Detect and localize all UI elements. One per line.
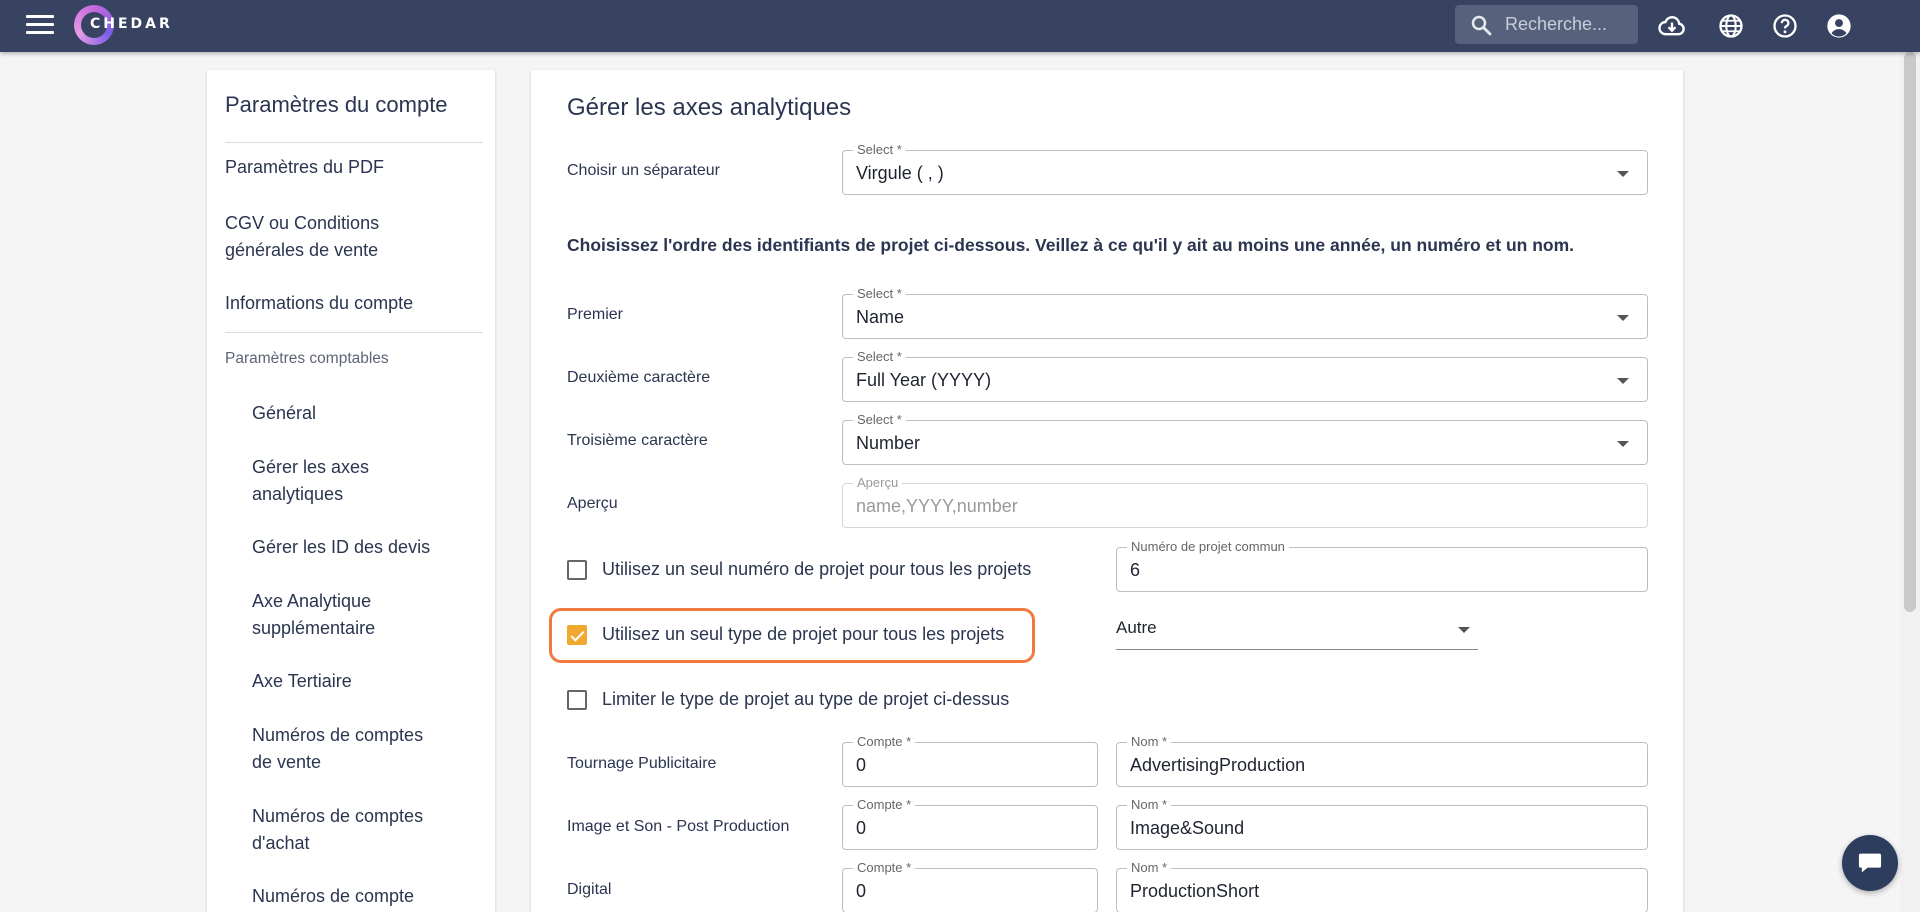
single-type-checkbox[interactable] bbox=[567, 624, 587, 645]
chevron-down-icon bbox=[1617, 315, 1629, 321]
compte-input[interactable]: Compte * 0 bbox=[842, 734, 1098, 787]
field-value: 0 bbox=[856, 818, 867, 838]
page-scrollbar[interactable] bbox=[1900, 52, 1920, 912]
cloud-download-icon[interactable] bbox=[1658, 12, 1686, 40]
preview-field: Aperçu name,YYYY,number bbox=[842, 475, 1648, 528]
field-label: Nom * bbox=[1127, 860, 1172, 876]
field-label: Compte * bbox=[853, 860, 916, 876]
field-label: Aperçu bbox=[853, 475, 903, 491]
sidebar-divider bbox=[225, 142, 483, 143]
sidebar-section-accounting: Paramètres comptables bbox=[225, 350, 389, 367]
field-label: Select * bbox=[853, 349, 906, 365]
chevron-down-icon bbox=[1458, 627, 1470, 633]
compte-input[interactable]: Compte * 0 bbox=[842, 797, 1098, 850]
sidebar-item-analytic-axes[interactable]: Gérer les axes analytiques bbox=[252, 454, 402, 508]
preview-value: name,YYYY,number bbox=[856, 496, 1018, 516]
sidebar-item-general[interactable]: Général bbox=[252, 400, 452, 427]
field-label: Compte * bbox=[853, 734, 916, 750]
nom-input[interactable]: Nom * AdvertisingProduction bbox=[1116, 734, 1648, 787]
top-app-bar: CHEDAR bbox=[0, 0, 1920, 52]
project-type-label: Image et Son - Post Production bbox=[567, 818, 790, 835]
chevron-down-icon bbox=[1617, 441, 1629, 447]
field-value: Autre bbox=[1116, 618, 1157, 637]
single-number-label: Utilisez un seul numéro de projet pour t… bbox=[602, 559, 1032, 579]
logo-text: CHEDAR bbox=[90, 16, 173, 32]
field-value: Full Year (YYYY) bbox=[856, 370, 992, 390]
single-type-label: Utilisez un seul type de projet pour tou… bbox=[602, 624, 1005, 644]
globe-icon[interactable] bbox=[1717, 12, 1745, 40]
single-type-option[interactable]: Utilisez un seul type de projet pour tou… bbox=[567, 624, 1004, 645]
chat-icon bbox=[1858, 853, 1882, 873]
sidebar-item-quote-ids[interactable]: Gérer les ID des devis bbox=[252, 534, 452, 561]
field-label: Nom * bbox=[1127, 797, 1172, 813]
first-label: Premier bbox=[567, 306, 624, 323]
sidebar-item-tertiary-axis[interactable]: Axe Tertiaire bbox=[252, 668, 452, 695]
field-label: Select * bbox=[853, 412, 906, 428]
chevron-down-icon bbox=[1617, 378, 1629, 384]
limit-type-option[interactable]: Limiter le type de projet au type de pro… bbox=[567, 689, 1009, 710]
preview-label: Aperçu bbox=[567, 495, 618, 512]
first-select[interactable]: Select * Name bbox=[842, 286, 1648, 339]
page-title: Gérer les axes analytiques bbox=[567, 94, 852, 121]
separator-label: Choisir un séparateur bbox=[567, 162, 720, 179]
sidebar-item-purchase-accounts[interactable]: Numéros de comptes d'achat bbox=[252, 803, 442, 857]
field-label: Compte * bbox=[853, 797, 916, 813]
field-label: Numéro de projet commun bbox=[1127, 539, 1289, 555]
field-value: 6 bbox=[1130, 560, 1141, 580]
search-icon bbox=[1471, 15, 1492, 35]
project-type-label: Tournage Publicitaire bbox=[567, 755, 717, 772]
project-type-label: Digital bbox=[567, 881, 612, 898]
limit-type-label: Limiter le type de projet au type de pro… bbox=[602, 689, 1010, 709]
second-select[interactable]: Select * Full Year (YYYY) bbox=[842, 349, 1648, 402]
field-value: Virgule ( , ) bbox=[856, 163, 944, 183]
chevron-down-icon bbox=[1617, 171, 1629, 177]
sidebar-item-pdf[interactable]: Paramètres du PDF bbox=[225, 154, 475, 181]
single-number-checkbox[interactable] bbox=[567, 559, 587, 580]
limit-type-checkbox[interactable] bbox=[567, 689, 587, 710]
field-value: Name bbox=[856, 307, 905, 327]
menu-icon[interactable] bbox=[26, 15, 54, 37]
sidebar-item-sales-accounts[interactable]: Numéros de comptes de vente bbox=[252, 722, 442, 776]
analytic-axes-panel: Gérer les axes analytiques Choisir un sé… bbox=[531, 70, 1683, 912]
order-instructions: Choisissez l'ordre des identifiants de p… bbox=[567, 235, 1575, 255]
nom-input[interactable]: Nom * Image&Sound bbox=[1116, 797, 1648, 850]
sidebar-item-cgv[interactable]: CGV ou Conditions générales de vente bbox=[225, 210, 415, 264]
help-icon[interactable] bbox=[1771, 12, 1799, 40]
sidebar-divider bbox=[225, 332, 483, 333]
field-value: AdvertisingProduction bbox=[1130, 755, 1306, 775]
field-value: 0 bbox=[856, 881, 867, 901]
field-label: Select * bbox=[853, 286, 906, 302]
search-input[interactable] bbox=[1505, 14, 1625, 35]
scrollbar-thumb[interactable] bbox=[1904, 52, 1916, 612]
sidebar-item-extra-axis[interactable]: Axe Analytique supplémentaire bbox=[252, 588, 412, 642]
field-label: Nom * bbox=[1127, 734, 1172, 750]
third-label: Troisième caractère bbox=[567, 432, 708, 449]
settings-sidebar: Paramètres du compte Paramètres du PDF C… bbox=[207, 70, 495, 912]
field-value: Image&Sound bbox=[1130, 818, 1245, 838]
search-box[interactable] bbox=[1455, 5, 1638, 44]
field-label: Select * bbox=[853, 142, 906, 158]
chedar-logo[interactable]: CHEDAR bbox=[74, 3, 194, 47]
account-circle-icon[interactable] bbox=[1825, 12, 1853, 40]
field-value: Number bbox=[856, 433, 921, 453]
second-label: Deuxième caractère bbox=[567, 369, 711, 386]
nom-input[interactable]: Nom * ProductionShort bbox=[1116, 860, 1648, 912]
sidebar-item-account-info[interactable]: Informations du compte bbox=[225, 290, 475, 317]
chat-button[interactable] bbox=[1842, 835, 1898, 891]
sidebar-title: Paramètres du compte bbox=[225, 92, 448, 117]
single-number-option[interactable]: Utilisez un seul numéro de projet pour t… bbox=[567, 559, 1031, 580]
field-value: 0 bbox=[856, 755, 867, 775]
third-select[interactable]: Select * Number bbox=[842, 412, 1648, 465]
project-type-select[interactable]: Autre bbox=[1116, 610, 1478, 650]
sidebar-item-accounts[interactable]: Numéros de compte bbox=[252, 883, 442, 910]
separator-select[interactable]: Select * Virgule ( , ) bbox=[842, 142, 1648, 195]
common-project-number-input[interactable]: Numéro de projet commun 6 bbox=[1116, 539, 1648, 592]
field-value: ProductionShort bbox=[1130, 881, 1260, 901]
compte-input[interactable]: Compte * 0 bbox=[842, 860, 1098, 912]
